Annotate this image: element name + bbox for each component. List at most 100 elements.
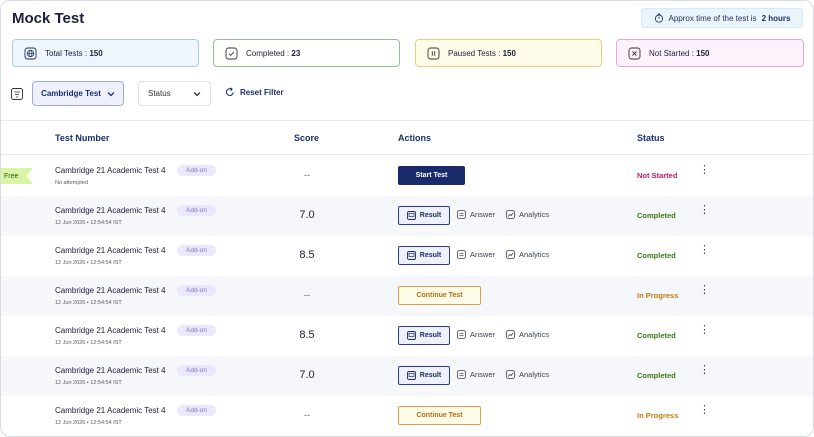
col-score: Score: [294, 133, 320, 143]
stat-total-label: Total Tests :: [45, 48, 88, 58]
reset-filter-label: Reset Filter: [240, 87, 284, 97]
analytics-label: Analytics: [519, 210, 550, 219]
x-icon: [627, 46, 641, 60]
addon-badge: Add-on: [177, 285, 216, 296]
stat-total-tests: Total Tests : 150: [12, 39, 199, 67]
analytics-icon: [506, 370, 515, 379]
status-badge: Completed: [637, 371, 676, 380]
result-button[interactable]: Result: [398, 326, 450, 345]
more-options-icon[interactable]: ⋮: [699, 285, 710, 296]
test-meta: 12 Jun 2026 • 12:54:54 IST: [55, 220, 122, 226]
approx-time-value: 2 hours: [761, 13, 791, 23]
test-score: 8.5: [299, 329, 315, 341]
result-button[interactable]: Result: [398, 246, 450, 265]
stat-completed-value: 23: [291, 48, 301, 58]
stat-paused-value: 150: [502, 48, 516, 58]
addon-badge: Add-on: [177, 245, 216, 256]
more-options-icon[interactable]: ⋮: [699, 405, 710, 416]
status-badge: Not Started: [637, 171, 678, 180]
image-icon: [406, 251, 416, 260]
stat-not-started: Not Started : 150: [616, 39, 804, 67]
answer-link[interactable]: Answer: [457, 370, 495, 379]
answer-label: Answer: [470, 330, 496, 339]
start-test-button[interactable]: Start Test: [398, 166, 465, 185]
test-name: Cambridge 21 Academic Test 4: [55, 366, 166, 375]
pause-icon: [426, 46, 440, 60]
continue-test-button[interactable]: Continue Test: [398, 286, 481, 305]
more-options-icon[interactable]: ⋮: [699, 325, 710, 336]
result-label: Result: [419, 212, 442, 219]
col-actions: Actions: [398, 133, 432, 143]
analytics-link[interactable]: Analytics: [506, 370, 549, 379]
stopwatch-icon: [654, 13, 663, 23]
continue-test-button[interactable]: Continue Test: [398, 406, 481, 425]
book-filter-dropdown[interactable]: Cambridge Test: [32, 81, 124, 106]
book-filter-label: Cambridge Test: [41, 89, 101, 98]
result-button[interactable]: Result: [398, 366, 450, 385]
status-badge: In Progress: [637, 411, 679, 420]
more-options-icon[interactable]: ⋮: [699, 165, 710, 176]
globe-icon: [23, 46, 37, 60]
image-icon: [406, 211, 416, 220]
analytics-label: Analytics: [519, 330, 550, 339]
stat-total-value: 150: [89, 48, 103, 58]
status-badge: Completed: [637, 211, 676, 220]
status-badge: In Progress: [637, 291, 679, 300]
analytics-link[interactable]: Analytics: [506, 210, 549, 219]
table-row: Cambridge 21 Academic Test 4 Add-on 12 J…: [1, 276, 813, 316]
analytics-link[interactable]: Analytics: [506, 330, 549, 339]
analytics-label: Analytics: [519, 370, 550, 379]
col-status: Status: [637, 133, 665, 143]
stat-completed: Completed : 23: [213, 39, 400, 67]
test-score: 7.0: [299, 369, 315, 381]
status-filter-dropdown[interactable]: Status: [138, 81, 211, 106]
filter-icon[interactable]: [11, 87, 23, 100]
test-meta: No attempted: [55, 180, 89, 186]
table-row: Free Cambridge 21 Academic Test 4 Add-on…: [1, 156, 813, 196]
answer-link[interactable]: Answer: [457, 250, 495, 259]
test-score: --: [304, 170, 310, 180]
answer-icon: [457, 330, 466, 339]
test-name: Cambridge 21 Academic Test 4: [55, 286, 166, 295]
answer-link[interactable]: Answer: [457, 210, 495, 219]
chevron-down-icon: [193, 91, 201, 96]
addon-badge: Add-on: [177, 365, 216, 376]
table-row: Cambridge 21 Academic Test 4 Add-on 12 J…: [1, 236, 813, 276]
more-options-icon[interactable]: ⋮: [699, 245, 710, 256]
reset-filter-button[interactable]: Reset Filter: [225, 87, 284, 97]
table-row: Cambridge 21 Academic Test 4 Add-on 12 J…: [1, 356, 813, 396]
answer-link[interactable]: Answer: [457, 330, 495, 339]
table-row: Cambridge 21 Academic Test 4 Add-on 12 J…: [1, 196, 813, 236]
status-filter-label: Status: [148, 89, 171, 98]
test-name: Cambridge 21 Academic Test 4: [55, 326, 166, 335]
answer-label: Answer: [470, 250, 496, 259]
test-name: Cambridge 21 Academic Test 4: [55, 166, 166, 175]
analytics-link[interactable]: Analytics: [506, 250, 549, 259]
test-score: --: [304, 410, 310, 420]
status-badge: Completed: [637, 331, 676, 340]
status-badge: Completed: [637, 251, 676, 260]
image-icon: [406, 371, 416, 380]
test-meta: 12 Jun 2026 • 12:54:54 IST: [55, 340, 122, 346]
answer-icon: [457, 250, 466, 259]
mock-test-panel: Mock Test Approx time of the test is 2 h…: [0, 0, 814, 437]
addon-badge: Add-on: [177, 165, 216, 176]
test-score: 8.5: [299, 249, 315, 261]
stat-not-started-label: Not Started :: [649, 48, 694, 58]
analytics-icon: [506, 250, 515, 259]
approx-time-banner: Approx time of the test is 2 hours: [641, 8, 803, 28]
result-button[interactable]: Result: [398, 206, 450, 225]
test-meta: 12 Jun 2026 • 12:54:54 IST: [55, 380, 122, 386]
stat-paused-label: Paused Tests :: [448, 48, 501, 58]
more-options-icon[interactable]: ⋮: [699, 365, 710, 376]
analytics-label: Analytics: [519, 250, 550, 259]
chevron-down-icon: [107, 91, 115, 96]
addon-badge: Add-on: [177, 205, 216, 216]
more-options-icon[interactable]: ⋮: [699, 205, 710, 216]
test-meta: 12 Jun 2026 • 12:54:54 IST: [55, 260, 122, 266]
table-header: Test Number Score Actions Status: [1, 120, 813, 155]
result-label: Result: [419, 252, 442, 259]
check-icon: [224, 46, 238, 60]
test-name: Cambridge 21 Academic Test 4: [55, 406, 166, 415]
answer-label: Answer: [470, 370, 496, 379]
